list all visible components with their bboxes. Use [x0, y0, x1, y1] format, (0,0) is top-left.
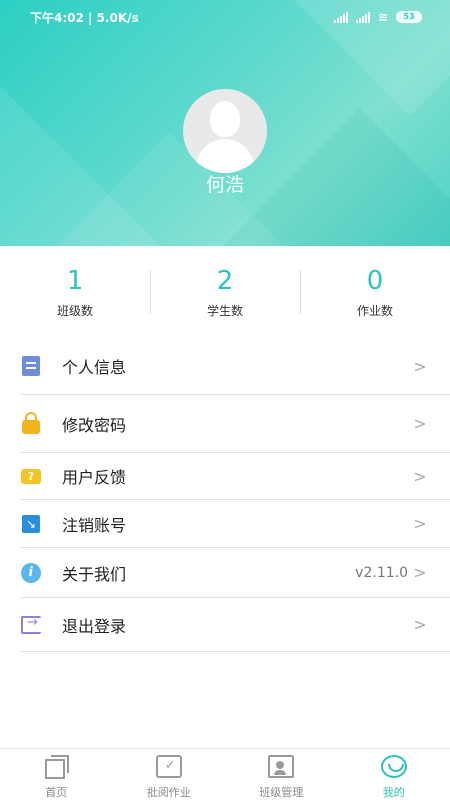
menu-item-feedback[interactable]: ? 用户反馈 > — [20, 453, 450, 500]
menu-item-label: 修改密码 — [62, 415, 127, 435]
mine-icon — [380, 755, 407, 778]
menu-item-label: 个人信息 — [62, 358, 127, 377]
chevron-right-icon: > — [413, 414, 427, 433]
stat-value: 2 — [216, 266, 234, 296]
menu-item-label: 退出登录 — [62, 616, 127, 636]
tab-label: 我的 — [382, 786, 405, 799]
menu-item-cancel-account[interactable]: ↘ 注销账号 > — [20, 500, 450, 548]
review-homework-icon — [155, 755, 182, 778]
tab-home[interactable]: 首页 — [0, 749, 113, 800]
chevron-right-icon: > — [413, 563, 427, 582]
stat-value: 0 — [366, 266, 384, 296]
document-icon — [20, 355, 42, 377]
chevron-right-icon: > — [413, 356, 427, 376]
wifi-icon: ≋ — [377, 10, 388, 24]
stat-label: 学生数 — [206, 304, 243, 318]
tab-label: 首页 — [45, 786, 68, 799]
logout-icon — [20, 614, 42, 636]
chevron-right-icon: > — [413, 466, 427, 486]
info-icon: i — [20, 562, 42, 584]
signal-icon — [355, 11, 370, 23]
tab-mine[interactable]: 我的 — [338, 749, 450, 800]
menu-item-about-us[interactable]: i 关于我们 v2.11.0 > — [20, 548, 450, 598]
tab-label: 批阅作业 — [146, 786, 191, 799]
username: 何浩 — [205, 174, 244, 196]
app-version: v2.11.0 — [355, 564, 408, 581]
stat-label: 班级数 — [56, 304, 93, 318]
status-time-speed: 下午4:02 | 5.0K/s — [30, 10, 139, 25]
chevron-right-icon: > — [413, 615, 427, 634]
bottom-tab-bar: 首页 批阅作业 班级管理 我的 — [0, 748, 450, 800]
menu-item-label: 关于我们 — [62, 564, 127, 584]
menu-item-label: 注销账号 — [62, 515, 127, 535]
stat-value: 1 — [66, 266, 84, 296]
stat-student-count[interactable]: 2 学生数 — [150, 256, 300, 334]
menu-item-label: 用户反馈 — [62, 468, 127, 487]
feedback-icon: ? — [20, 465, 42, 487]
tab-label: 班级管理 — [259, 786, 304, 799]
avatar[interactable] — [183, 89, 267, 173]
battery-icon: 53 — [396, 11, 422, 23]
stat-homework-count[interactable]: 0 作业数 — [300, 256, 450, 334]
settings-menu: 个人信息 > 修改密码 > ? 用户反馈 > ↘ 注销账号 > i 关于我们 v… — [20, 338, 450, 652]
home-icon — [43, 755, 70, 779]
lock-icon — [20, 411, 42, 435]
menu-item-personal-info[interactable]: 个人信息 > — [20, 338, 450, 395]
tab-review-homework[interactable]: 批阅作业 — [113, 749, 226, 800]
class-management-icon — [268, 755, 295, 778]
status-bar: 下午4:02 | 5.0K/s ≋ 53 — [0, 0, 450, 34]
avatar-body-shape — [196, 139, 254, 173]
status-icons: ≋ 53 — [333, 10, 422, 24]
profile-header: 下午4:02 | 5.0K/s ≋ 53 何浩 — [0, 0, 450, 246]
signal-icon — [333, 11, 348, 23]
stat-label: 作业数 — [356, 304, 393, 318]
stats-row: 1 班级数 2 学生数 0 作业数 — [0, 256, 450, 334]
cancel-account-icon: ↘ — [20, 513, 42, 535]
menu-item-change-password[interactable]: 修改密码 > — [20, 395, 450, 453]
stat-class-count[interactable]: 1 班级数 — [0, 256, 150, 334]
menu-item-logout[interactable]: 退出登录 > — [20, 598, 450, 652]
chevron-right-icon: > — [413, 514, 427, 533]
tab-class-management[interactable]: 班级管理 — [225, 749, 338, 800]
avatar-head-shape — [210, 101, 240, 137]
